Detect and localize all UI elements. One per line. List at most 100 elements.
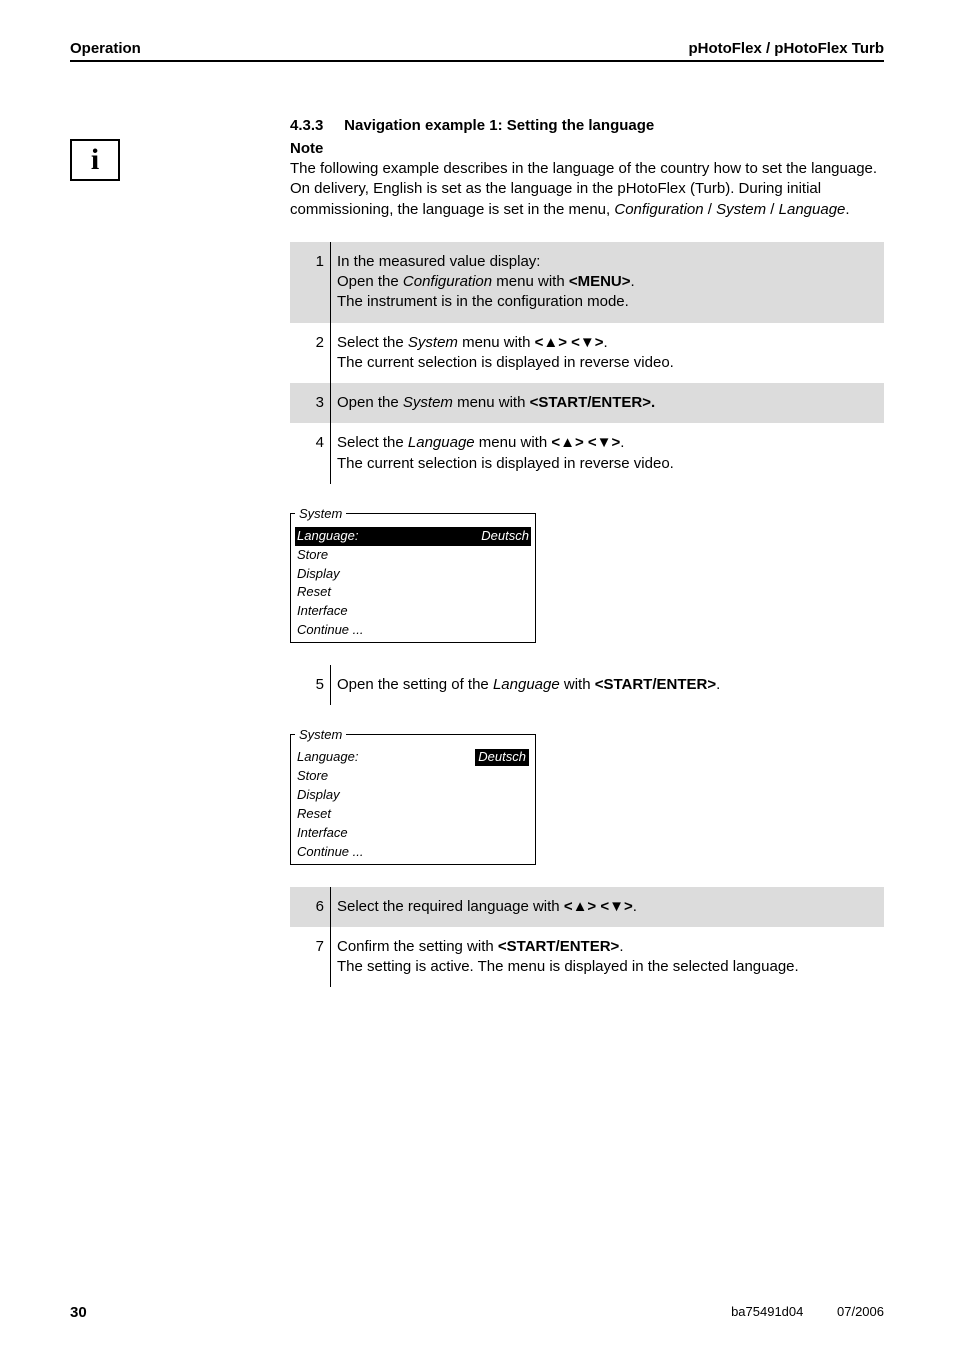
step-number: 3 bbox=[290, 383, 331, 423]
footer-date: 07/2006 bbox=[837, 1304, 884, 1319]
page-footer: 30 ba75491d04 07/2006 bbox=[70, 1264, 884, 1321]
step-line: The setting is active. The menu is displ… bbox=[337, 958, 799, 975]
table-row: 1 In the measured value display: Open th… bbox=[290, 242, 884, 323]
table-row: 7 Confirm the setting with <START/ENTER>… bbox=[290, 927, 884, 988]
step-line: Select the bbox=[337, 334, 408, 351]
footer-doc: ba75491d04 bbox=[731, 1304, 803, 1319]
info-icon: i bbox=[70, 139, 120, 181]
key-label: <▲> <▼> bbox=[535, 334, 604, 351]
header-rule bbox=[70, 60, 884, 62]
menu-item-reset: Reset bbox=[295, 805, 531, 824]
step-line: menu with bbox=[453, 394, 530, 411]
menu-item-display: Display bbox=[295, 565, 531, 584]
step-text: Select the required language with <▲> <▼… bbox=[331, 887, 885, 927]
menu-item-language: Language: Deutsch bbox=[295, 748, 531, 767]
step-line: . bbox=[619, 938, 623, 955]
header-left: Operation bbox=[70, 40, 141, 57]
note-sep1: / bbox=[704, 201, 717, 218]
step-line: Select the required language with bbox=[337, 898, 564, 915]
system-menu-1: System Language: Deutsch Store Display R… bbox=[290, 506, 536, 643]
menu-item-language: Language: Deutsch bbox=[295, 527, 531, 546]
table-row: 6 Select the required language with <▲> … bbox=[290, 887, 884, 927]
step-line: . bbox=[716, 676, 720, 693]
menu-item-value: Deutsch bbox=[481, 528, 529, 545]
note-path-system: System bbox=[716, 201, 766, 218]
steps-table-3: 6 Select the required language with <▲> … bbox=[290, 887, 884, 988]
menu-legend: System bbox=[295, 506, 346, 521]
system-menu-2: System Language: Deutsch Store Display R… bbox=[290, 727, 536, 864]
section-number: 4.3.3 bbox=[290, 117, 340, 134]
note-sep2: / bbox=[766, 201, 779, 218]
menu-item-store: Store bbox=[295, 546, 531, 565]
step-ital: Language bbox=[493, 676, 564, 693]
menu-item-label: Continue ... bbox=[297, 844, 364, 861]
steps-table-2: 5 Open the setting of the Language with … bbox=[290, 665, 884, 705]
menu-item-reset: Reset bbox=[295, 583, 531, 602]
section-heading: 4.3.3 Navigation example 1: Setting the … bbox=[290, 117, 884, 134]
step-text: Open the System menu with <START/ENTER>. bbox=[331, 383, 885, 423]
step-line: Open the bbox=[337, 394, 403, 411]
step-line: In the measured value display: bbox=[337, 253, 540, 270]
menu-item-label: Interface bbox=[297, 825, 348, 842]
step-ital: System bbox=[403, 394, 453, 411]
step-text: Select the System menu with <▲> <▼>. The… bbox=[331, 323, 885, 384]
step-line: Open the bbox=[337, 273, 403, 290]
note-body: The following example describes in the l… bbox=[290, 159, 884, 220]
section-title: Navigation example 1: Setting the langua… bbox=[344, 117, 654, 134]
step-line: The current selection is displayed in re… bbox=[337, 455, 674, 472]
header-right: pHotoFlex / pHotoFlex Turb bbox=[688, 40, 884, 57]
step-line: menu with bbox=[458, 334, 535, 351]
step-ital: Configuration bbox=[403, 273, 492, 290]
menu-item-store: Store bbox=[295, 767, 531, 786]
page-number: 30 bbox=[70, 1304, 87, 1321]
table-row: 2 Select the System menu with <▲> <▼>. T… bbox=[290, 323, 884, 384]
step-line: Select the bbox=[337, 434, 408, 451]
menu-item-label: Language: bbox=[297, 749, 358, 766]
step-number: 1 bbox=[290, 242, 331, 323]
step-ital: System bbox=[408, 334, 458, 351]
step-line: . bbox=[604, 334, 608, 351]
key-label: <START/ENTER> bbox=[595, 676, 716, 693]
menu-item-label: Store bbox=[297, 547, 328, 564]
key-label: <MENU> bbox=[569, 273, 631, 290]
menu-item-display: Display bbox=[295, 786, 531, 805]
step-line: Open the setting of the bbox=[337, 676, 493, 693]
step-line: The current selection is displayed in re… bbox=[337, 354, 674, 371]
note-period: . bbox=[845, 201, 849, 218]
step-line: menu with bbox=[492, 273, 569, 290]
menu-item-label: Display bbox=[297, 787, 340, 804]
menu-item-continue: Continue ... bbox=[295, 843, 531, 862]
menu-item-label: Reset bbox=[297, 584, 331, 601]
note-path-configuration: Configuration bbox=[614, 201, 703, 218]
menu-legend: System bbox=[295, 727, 346, 742]
step-number: 6 bbox=[290, 887, 331, 927]
key-label: <▲> <▼> bbox=[551, 434, 620, 451]
step-text: Select the Language menu with <▲> <▼>. T… bbox=[331, 423, 885, 484]
table-row: 4 Select the Language menu with <▲> <▼>.… bbox=[290, 423, 884, 484]
menu-item-label: Interface bbox=[297, 603, 348, 620]
menu-item-label: Reset bbox=[297, 806, 331, 823]
menu-item-label: Language: bbox=[297, 528, 358, 545]
steps-table-1: 1 In the measured value display: Open th… bbox=[290, 242, 884, 484]
step-text: Open the setting of the Language with <S… bbox=[331, 665, 885, 705]
step-line: . bbox=[631, 273, 635, 290]
table-row: 5 Open the setting of the Language with … bbox=[290, 665, 884, 705]
step-line: . bbox=[633, 898, 637, 915]
step-line: menu with bbox=[475, 434, 552, 451]
note-heading: Note bbox=[290, 140, 884, 157]
key-label: <▲> <▼> bbox=[564, 898, 633, 915]
key-label: <START/ENTER>. bbox=[530, 394, 656, 411]
menu-item-continue: Continue ... bbox=[295, 621, 531, 640]
step-number: 4 bbox=[290, 423, 331, 484]
table-row: 3 Open the System menu with <START/ENTER… bbox=[290, 383, 884, 423]
step-line: with bbox=[564, 676, 595, 693]
note-path-language: Language bbox=[779, 201, 846, 218]
menu-item-label: Display bbox=[297, 566, 340, 583]
step-text: Confirm the setting with <START/ENTER>. … bbox=[331, 927, 885, 988]
menu-item-value: Deutsch bbox=[475, 749, 529, 766]
step-number: 5 bbox=[290, 665, 331, 705]
step-line: Confirm the setting with bbox=[337, 938, 498, 955]
step-number: 7 bbox=[290, 927, 331, 988]
step-text: In the measured value display: Open the … bbox=[331, 242, 885, 323]
menu-item-label: Continue ... bbox=[297, 622, 364, 639]
